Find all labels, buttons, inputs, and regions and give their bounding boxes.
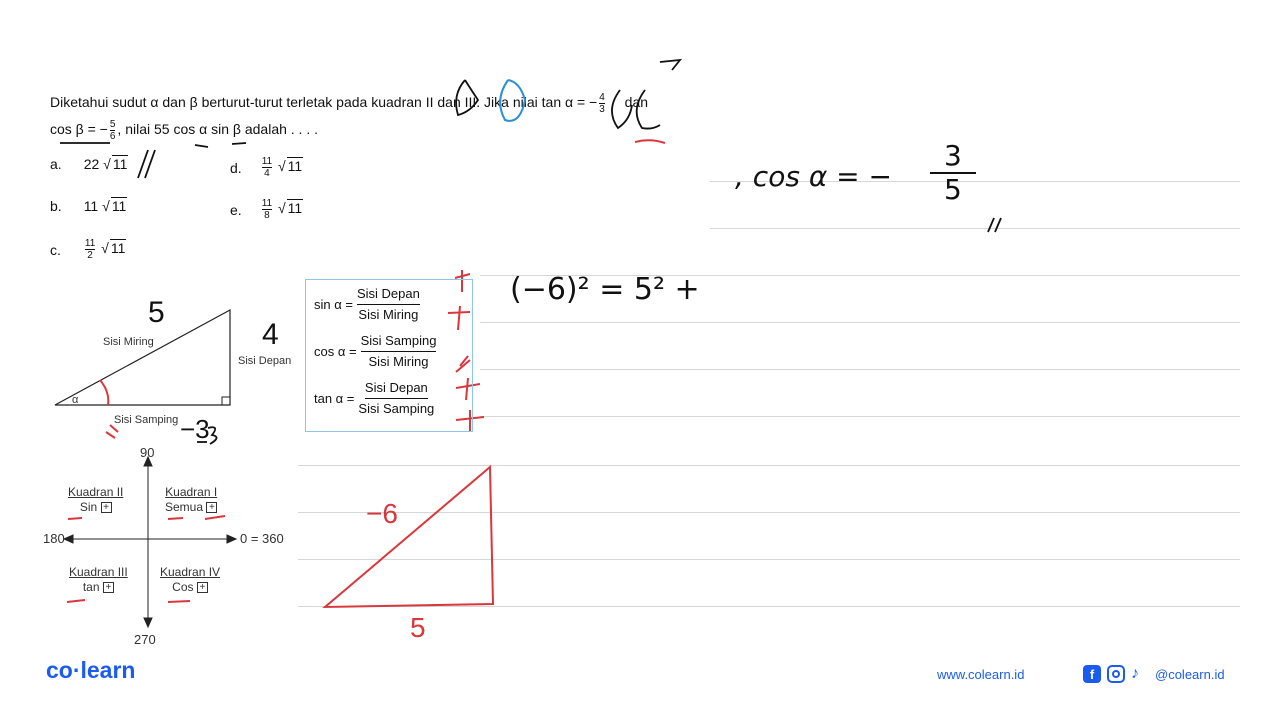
num: Sisi Depan (356, 284, 420, 305)
den: 5 (944, 173, 962, 206)
formula-sin: sin α = Sisi Depan Sisi Miring (314, 284, 420, 325)
label-sisi-miring: Sisi Miring (103, 336, 154, 348)
instagram-icon[interactable] (1107, 665, 1125, 683)
social-icons: f ♪ (1083, 665, 1139, 683)
quadrant-name: Kuadran IV (160, 565, 221, 579)
plus-box-icon: + (206, 502, 218, 514)
facebook-icon[interactable]: f (1083, 665, 1101, 683)
quadrant-2: Kuadran II Sin + (68, 485, 123, 515)
num: 3 (930, 140, 976, 174)
axis-270: 270 (134, 632, 156, 647)
hw-equation: (−6)² = 5² + (510, 272, 700, 307)
quadrant-name: Kuadran II (68, 485, 124, 499)
hw-hyp-value: 5 (148, 296, 165, 329)
tiktok-icon[interactable]: ♪ (1131, 665, 1139, 683)
handwriting-black (60, 58, 1002, 445)
formula-cos: cos α = Sisi Samping Sisi Miring (314, 331, 437, 372)
hw-side-label: −6 (366, 498, 398, 529)
num: Sisi Depan (364, 378, 428, 399)
quadrant-3: Kuadran III tan + (69, 565, 128, 595)
den: Sisi Samping (358, 401, 435, 416)
lhs: cos α = (314, 344, 357, 359)
colearn-logo: co·learn (46, 657, 136, 683)
handwriting-blue-circle (499, 79, 527, 122)
num: Sisi Samping (360, 331, 437, 352)
label-sisi-depan: Sisi Depan (238, 355, 292, 367)
quadrant-name: Kuadran III (69, 565, 128, 579)
formula-tan: tan α = Sisi Depan Sisi Samping (314, 378, 434, 419)
quadrant-1: Kuadran I Semua + (165, 485, 218, 515)
reference-triangle (54, 308, 231, 406)
quadrant-fn: Sin (79, 500, 98, 514)
hw-opp-value: 4 (262, 318, 279, 351)
quadrant-fn: Semua (165, 500, 204, 514)
lhs: tan α = (314, 391, 355, 406)
quadrant-fn: Cos (172, 580, 194, 594)
hw-cos-fraction: 35 (930, 140, 976, 206)
quadrant-fn: tan (82, 580, 100, 594)
formula-box: sin α = Sisi Depan Sisi Miring cos α = Sisi… (305, 279, 473, 432)
plus-box-icon: + (196, 582, 208, 594)
label-sisi-samping: Sisi Samping (114, 414, 179, 426)
plus-box-icon: + (100, 502, 112, 514)
label-alpha: α (72, 394, 79, 406)
hw-adj-value: −3 (180, 414, 210, 444)
website-link[interactable]: www.colearn.id (937, 667, 1024, 682)
diagram-lines (54, 58, 1002, 629)
axis-180: 180 (43, 531, 65, 546)
social-handle: @colearn.id (1155, 667, 1225, 682)
lhs: sin α = (314, 297, 353, 312)
quadrant-name: Kuadran I (165, 485, 218, 499)
quadrant-axes (62, 455, 238, 629)
hw-base-label: 5 (410, 612, 426, 643)
den: Sisi Miring (358, 307, 419, 322)
quadrant-4: Kuadran IV Cos + (160, 565, 220, 595)
axis-90: 90 (140, 445, 155, 460)
den: Sisi Miring (368, 354, 429, 369)
hw-cos-alpha: , cos α = − (735, 160, 892, 193)
plus-box-icon: + (102, 582, 114, 594)
axis-0-360: 0 = 360 (240, 531, 284, 546)
